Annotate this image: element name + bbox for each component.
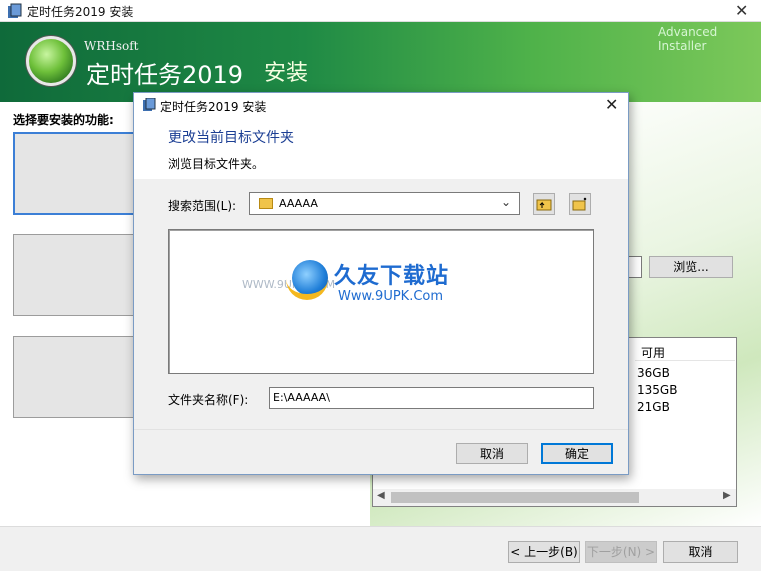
- dialog-ok-button[interactable]: 确定: [541, 443, 613, 464]
- change-folder-dialog: 定时任务2019 安装 ✕ 更改当前目标文件夹 浏览目标文件夹。 搜索范围(L)…: [133, 92, 629, 475]
- product-logo: [26, 36, 76, 86]
- advanced-installer-brand: Advanced Installer: [658, 25, 718, 53]
- chevron-down-icon[interactable]: ⌄: [501, 195, 511, 209]
- disk-value-1: 36GB: [637, 366, 670, 380]
- install-path-field[interactable]: [628, 256, 642, 278]
- dialog-cancel-button[interactable]: 取消: [456, 443, 528, 464]
- dialog-subheading: 浏览目标文件夹。: [168, 157, 265, 171]
- disk-horizontal-scrollbar[interactable]: ◀ ▶: [373, 489, 736, 506]
- cancel-button[interactable]: 取消: [663, 541, 738, 563]
- new-folder-icon: [572, 197, 587, 211]
- installer-banner: WRHsoft 定时任务2019 安装 Advanced Installer: [0, 22, 761, 102]
- folder-name-field[interactable]: E:\AAAAA\: [269, 387, 594, 409]
- main-title-bar: 定时任务2019 安装 ✕: [0, 0, 761, 22]
- folder-icon: [259, 198, 273, 209]
- window-close-icon[interactable]: ✕: [735, 1, 748, 20]
- installer-icon: [8, 3, 22, 18]
- company-name: WRHsoft: [84, 39, 139, 53]
- feature-item-2[interactable]: [13, 234, 137, 316]
- dialog-title-bar: 定时任务2019 安装 ✕: [134, 93, 628, 119]
- scroll-thumb[interactable]: [391, 492, 639, 503]
- folder-name-value: E:\AAAAA\: [273, 391, 330, 404]
- dialog-heading: 更改当前目标文件夹: [168, 130, 294, 146]
- dialog-close-icon[interactable]: ✕: [605, 95, 618, 114]
- features-label: 选择要安装的功能:: [13, 113, 114, 127]
- up-folder-button[interactable]: [533, 193, 555, 215]
- folder-up-icon: [536, 199, 552, 211]
- product-name: 定时任务2019: [86, 61, 244, 89]
- disk-value-3: 21GB: [637, 400, 670, 414]
- back-button[interactable]: < 上一步(B): [508, 541, 580, 563]
- dialog-installer-icon: [143, 98, 156, 111]
- feature-item-1[interactable]: [13, 132, 137, 215]
- new-folder-button[interactable]: [569, 193, 591, 215]
- lookin-label: 搜索范围(L):: [168, 199, 237, 213]
- install-word: 安装: [264, 61, 309, 86]
- dialog-header: 更改当前目标文件夹 浏览目标文件夹。: [134, 119, 628, 179]
- lookin-combobox[interactable]: AAAAA ⌄: [249, 192, 520, 215]
- feature-item-3[interactable]: [13, 336, 137, 418]
- disk-header-available: 可用: [641, 346, 666, 360]
- folder-list[interactable]: [168, 229, 594, 374]
- scroll-left-icon[interactable]: ◀: [377, 490, 385, 501]
- lookin-value: AAAAA: [279, 197, 318, 210]
- dialog-divider: [134, 429, 628, 430]
- window-title: 定时任务2019 安装: [27, 5, 134, 19]
- scroll-right-icon[interactable]: ▶: [723, 490, 731, 501]
- wizard-footer: < 上一步(B) 下一步(N) > 取消: [0, 526, 761, 571]
- disk-value-2: 135GB: [637, 383, 678, 397]
- browse-button[interactable]: 浏览...: [649, 256, 733, 278]
- dialog-title: 定时任务2019 安装: [160, 100, 267, 114]
- next-button[interactable]: 下一步(N) >: [585, 541, 657, 563]
- folder-name-label: 文件夹名称(F):: [168, 393, 249, 407]
